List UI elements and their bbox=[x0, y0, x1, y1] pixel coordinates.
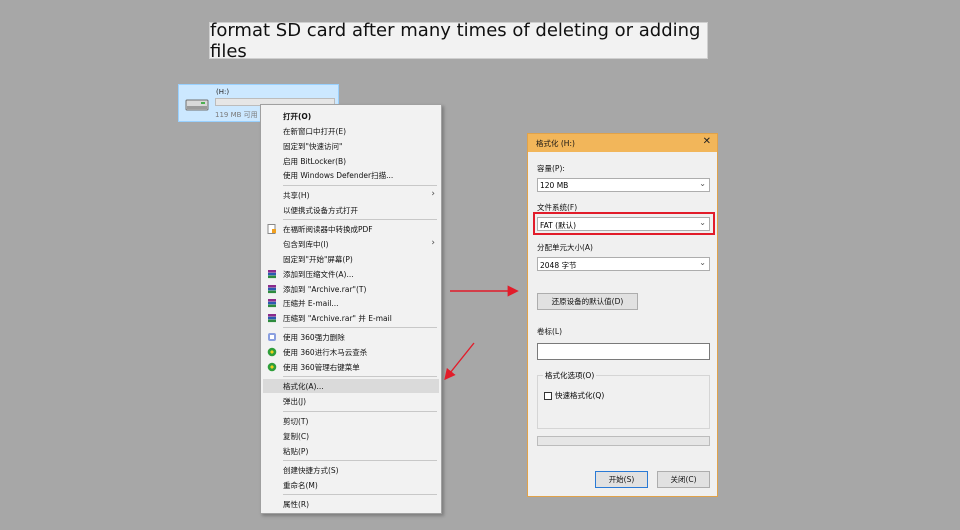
menu-item-label: 压缩到 "Archive.rar" 并 E-mail bbox=[283, 313, 392, 323]
pdf-icon bbox=[267, 224, 276, 234]
format-dialog: 格式化 (H:) ✕ 容量(P): 120 MB ⌄ 文件系统(F) FAT (… bbox=[527, 133, 718, 497]
menu-item-compress-email[interactable]: 压缩并 E-mail... bbox=[263, 296, 439, 310]
quick-format-label: 快速格式化(Q) bbox=[555, 391, 605, 400]
menu-item-label: 使用 360进行木马云查杀 bbox=[283, 347, 368, 357]
volume-label-input[interactable] bbox=[537, 343, 710, 360]
menu-item-label: 启用 BitLocker(B) bbox=[283, 156, 347, 166]
menu-item-label: 格式化(A)... bbox=[283, 381, 324, 391]
menu-item-label: 固定到"快速访问" bbox=[283, 141, 343, 151]
menu-item-add-archive-rar[interactable]: 添加到 "Archive.rar"(T) bbox=[263, 282, 439, 296]
drive-free-space: 119 MB 可用 bbox=[215, 111, 258, 119]
menu-item-share[interactable]: 共享(H) › bbox=[263, 188, 439, 202]
format-options-label: 格式化选项(O) bbox=[543, 370, 597, 381]
menu-item-label: 在福昕阅读器中转换成PDF bbox=[283, 224, 373, 234]
menu-separator bbox=[283, 185, 437, 186]
volume-label: 卷标(L) bbox=[537, 327, 563, 336]
restore-defaults-button[interactable]: 还原设备的默认值(D) bbox=[537, 293, 638, 310]
menu-item-label: 共享(H) bbox=[283, 190, 310, 200]
menu-item-label: 使用 360管理右键菜单 bbox=[283, 362, 360, 372]
banner-title: format SD card after many times of delet… bbox=[209, 20, 708, 62]
winrar-icon bbox=[268, 285, 276, 294]
menu-item-label: 属性(R) bbox=[283, 499, 310, 509]
annotation-arrows bbox=[444, 285, 519, 381]
menu-item-label: 复制(C) bbox=[283, 431, 310, 441]
shredder-360-icon bbox=[268, 333, 276, 341]
allocation-select[interactable]: 2048 字节 ⌄ bbox=[537, 257, 710, 271]
menu-item-open-new-window[interactable]: 在新窗口中打开(E) bbox=[263, 124, 439, 138]
menu-item-eject[interactable]: 弹出(J) bbox=[263, 394, 439, 408]
winrar-icon bbox=[268, 270, 276, 279]
context-menu: 打开(O) 在新窗口中打开(E) 固定到"快速访问" 启用 BitLocker(… bbox=[260, 104, 442, 514]
menu-item-label: 压缩并 E-mail... bbox=[283, 298, 339, 308]
menu-separator bbox=[283, 376, 437, 377]
dialog-title: 格式化 (H:) bbox=[536, 138, 575, 148]
menu-item-defender-scan[interactable]: 使用 Windows Defender扫描... bbox=[263, 168, 439, 182]
menu-item-label: 创建快捷方式(S) bbox=[283, 465, 339, 475]
menu-item-label: 使用 Windows Defender扫描... bbox=[283, 170, 394, 180]
menu-item-360-delete[interactable]: 使用 360强力删除 bbox=[263, 330, 439, 344]
chevron-down-icon: ⌄ bbox=[699, 258, 706, 267]
winrar-icon bbox=[268, 299, 276, 308]
menu-item-rename[interactable]: 重命名(M) bbox=[263, 478, 439, 492]
menu-separator bbox=[283, 411, 437, 412]
menu-item-pin-quick-access[interactable]: 固定到"快速访问" bbox=[263, 139, 439, 153]
menu-item-label: 以便携式设备方式打开 bbox=[283, 205, 358, 215]
dialog-titlebar: 格式化 (H:) ✕ bbox=[528, 134, 717, 152]
menu-item-paste[interactable]: 粘贴(P) bbox=[263, 444, 439, 458]
menu-separator bbox=[283, 494, 437, 495]
menu-item-label: 添加到 "Archive.rar"(T) bbox=[283, 284, 367, 294]
menu-item-copy[interactable]: 复制(C) bbox=[263, 429, 439, 443]
menu-separator bbox=[283, 219, 437, 220]
capacity-value: 120 MB bbox=[540, 181, 569, 190]
chevron-right-icon: › bbox=[431, 238, 435, 248]
close-icon[interactable]: ✕ bbox=[703, 136, 711, 147]
format-options-group bbox=[537, 375, 710, 429]
format-progress-bar bbox=[537, 436, 710, 446]
chevron-right-icon: › bbox=[431, 189, 435, 199]
arrow-to-format-item-icon bbox=[444, 342, 475, 381]
menu-separator bbox=[283, 327, 437, 328]
menu-item-add-archive[interactable]: 添加到压缩文件(A)... bbox=[263, 267, 439, 281]
shield-360-icon bbox=[267, 362, 277, 372]
menu-item-pin-start[interactable]: 固定到"开始"屏幕(P) bbox=[263, 252, 439, 266]
shield-360-icon bbox=[267, 347, 277, 357]
allocation-value: 2048 字节 bbox=[540, 261, 577, 270]
menu-item-label: 弹出(J) bbox=[283, 396, 307, 406]
menu-item-create-shortcut[interactable]: 创建快捷方式(S) bbox=[263, 463, 439, 477]
start-button[interactable]: 开始(S) bbox=[595, 471, 648, 488]
checkbox-box bbox=[544, 391, 552, 400]
highlight-box bbox=[533, 212, 715, 235]
winrar-icon bbox=[268, 314, 276, 323]
drive-name: (H:) bbox=[216, 88, 230, 96]
menu-item-portable-open[interactable]: 以便携式设备方式打开 bbox=[263, 203, 439, 217]
menu-item-360-manage[interactable]: 使用 360管理右键菜单 bbox=[263, 360, 439, 374]
menu-item-include-library[interactable]: 包含到库中(I) › bbox=[263, 237, 439, 251]
menu-item-convert-pdf[interactable]: 在福昕阅读器中转换成PDF bbox=[263, 222, 439, 236]
menu-item-label: 包含到库中(I) bbox=[283, 239, 329, 249]
menu-item-label: 打开(O) bbox=[283, 111, 312, 121]
menu-item-bitlocker[interactable]: 启用 BitLocker(B) bbox=[263, 154, 439, 168]
menu-item-compress-rar-email[interactable]: 压缩到 "Archive.rar" 并 E-mail bbox=[263, 311, 439, 325]
menu-item-format[interactable]: 格式化(A)... bbox=[263, 379, 439, 393]
menu-item-cut[interactable]: 剪切(T) bbox=[263, 414, 439, 428]
menu-item-label: 固定到"开始"屏幕(P) bbox=[283, 254, 353, 264]
allocation-label: 分配单元大小(A) bbox=[537, 243, 593, 252]
capacity-label: 容量(P): bbox=[537, 164, 565, 173]
menu-item-label: 粘贴(P) bbox=[283, 446, 309, 456]
close-button[interactable]: 关闭(C) bbox=[657, 471, 710, 488]
menu-item-label: 剪切(T) bbox=[283, 416, 309, 426]
menu-item-label: 重命名(M) bbox=[283, 480, 318, 490]
menu-item-properties[interactable]: 属性(R) bbox=[263, 497, 439, 511]
menu-item-360-scan[interactable]: 使用 360进行木马云查杀 bbox=[263, 345, 439, 359]
capacity-select[interactable]: 120 MB ⌄ bbox=[537, 178, 710, 192]
usb-drive-icon bbox=[185, 99, 209, 111]
menu-item-open[interactable]: 打开(O) bbox=[263, 109, 439, 123]
menu-item-label: 添加到压缩文件(A)... bbox=[283, 269, 354, 279]
chevron-down-icon: ⌄ bbox=[699, 179, 706, 188]
menu-separator bbox=[283, 460, 437, 461]
menu-item-label: 使用 360强力删除 bbox=[283, 332, 345, 342]
menu-item-label: 在新窗口中打开(E) bbox=[283, 126, 347, 136]
quick-format-checkbox[interactable]: 快速格式化(Q) bbox=[544, 390, 604, 401]
